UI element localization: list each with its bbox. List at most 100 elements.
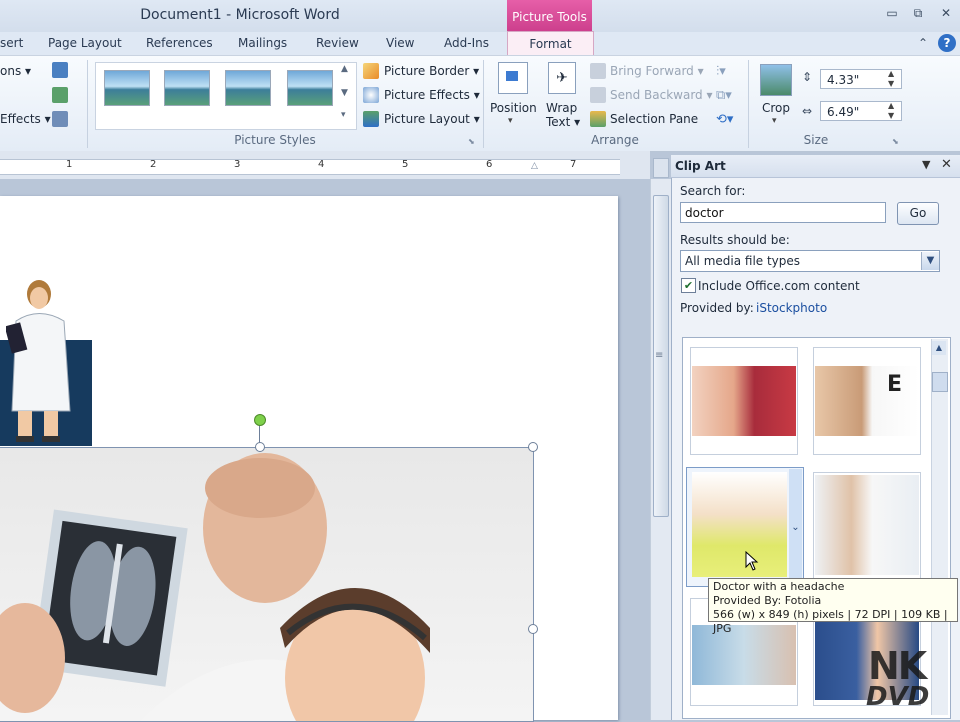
crop-icon <box>760 64 792 96</box>
align-icon[interactable]: ⫶▾ <box>716 64 726 79</box>
include-office-label: Include Office.com content <box>698 279 860 293</box>
doctor-clipart[interactable] <box>4 276 76 446</box>
results-scroll-thumb[interactable] <box>932 372 948 392</box>
tab-review[interactable]: Review <box>316 36 359 50</box>
picture-effects-button[interactable]: Picture Effects ▾ <box>384 88 480 102</box>
ruler-number: 1 <box>66 159 73 170</box>
gallery-scroll-down-icon[interactable]: ▼ <box>341 88 348 98</box>
dialog-launcher-icon[interactable]: ⬊ <box>892 137 899 146</box>
position-icon <box>498 62 528 94</box>
picture-styles-group-label: Picture Styles <box>234 133 316 147</box>
dialog-launcher-icon[interactable]: ⬊ <box>468 137 475 146</box>
grip-icon: ≡ <box>655 350 664 361</box>
tooltip-details: 566 (w) x 849 (h) pixels | 72 DPI | 109 … <box>713 608 948 635</box>
color-options-button[interactable]: ons ▾ <box>0 64 31 78</box>
tab-page-layout[interactable]: Page Layout <box>48 36 122 50</box>
tab-references[interactable]: References <box>146 36 213 50</box>
ruler-number: 2 <box>150 159 157 170</box>
tooltip-provider: Provided By: Fotolia <box>713 594 822 607</box>
wrap-text-button[interactable]: Wrap <box>546 101 577 115</box>
group-separator <box>483 60 484 148</box>
group-icon[interactable]: ⧉▾ <box>716 88 732 103</box>
picture-style-thumb[interactable] <box>287 70 333 106</box>
clip-tooltip: Doctor with a headache Provided By: Foto… <box>708 578 958 635</box>
clip-result-thumbnail <box>692 472 787 577</box>
tab-add-ins[interactable]: Add-Ins <box>444 36 489 50</box>
clip-result-thumbnail <box>815 475 919 575</box>
send-backward-button[interactable]: Send Backward ▾ <box>610 88 713 102</box>
provider-link[interactable]: iStockphoto <box>756 301 827 315</box>
resize-handle-right[interactable] <box>528 624 538 634</box>
close-button[interactable]: ✕ <box>937 6 955 22</box>
clip-result-thumbnail <box>692 366 796 436</box>
media-type-select[interactable]: All media file types <box>680 250 940 272</box>
results-scrollbar[interactable] <box>931 339 948 715</box>
crop-button[interactable]: Crop <box>762 101 790 115</box>
tooltip-title: Doctor with a headache <box>713 580 845 593</box>
resize-handle-top[interactable] <box>255 442 265 452</box>
go-button[interactable]: Go <box>897 202 939 225</box>
position-button[interactable]: Position <box>490 101 537 115</box>
window-title: Document1 - Microsoft Word <box>140 7 340 23</box>
rotation-handle[interactable] <box>254 414 266 426</box>
picture-effects-icon <box>363 87 379 103</box>
help-icon[interactable]: ? <box>938 34 956 52</box>
item-dropdown-chevron-icon[interactable]: ⌄ <box>789 469 802 584</box>
clip-art-title: Clip Art <box>675 159 726 173</box>
size-group-label: Size <box>803 133 829 147</box>
ruler-number: 3 <box>234 159 241 170</box>
spinner-arrows-icon[interactable]: ▲ ▼ <box>888 101 894 121</box>
change-picture-icon[interactable] <box>52 87 68 103</box>
artistic-effects-button[interactable]: Effects ▾ <box>0 112 51 126</box>
picture-layout-icon <box>363 111 379 127</box>
picture-border-icon <box>363 63 379 79</box>
wrap-text-button-line2[interactable]: Text ▾ <box>546 115 580 129</box>
shape-height-icon: ⇕ <box>802 70 813 84</box>
eye-chart-letter: E <box>887 372 903 397</box>
ruler-number: 4 <box>318 159 325 170</box>
resize-handle-top-right[interactable] <box>528 442 538 452</box>
tab-format[interactable]: Format <box>507 31 594 57</box>
reset-picture-icon[interactable] <box>52 111 68 127</box>
gallery-scroll-up-icon[interactable]: ▲ <box>341 64 348 74</box>
chevron-down-icon[interactable]: ▼ <box>921 252 939 270</box>
search-input[interactable] <box>680 202 886 223</box>
bring-forward-button[interactable]: Bring Forward ▾ <box>610 64 704 78</box>
selection-pane-icon <box>590 111 606 127</box>
minimize-button[interactable]: ▭ <box>883 6 901 22</box>
include-office-checkbox[interactable]: ✔ <box>681 278 696 293</box>
watermark-logo-text: DVD <box>866 682 930 712</box>
picture-style-thumb[interactable] <box>225 70 271 106</box>
rotate-icon[interactable]: ⟲▾ <box>716 112 733 127</box>
ruler-number: 6 <box>486 159 493 170</box>
tab-insert[interactable]: sert <box>0 36 23 50</box>
pane-options-icon[interactable]: ▼ <box>922 158 930 171</box>
picture-border-button[interactable]: Picture Border ▾ <box>384 64 479 78</box>
picture-style-thumb[interactable] <box>164 70 210 106</box>
wrap-text-icon: ✈ <box>548 62 576 94</box>
selected-picture[interactable] <box>0 447 534 722</box>
spinner-arrows-icon[interactable]: ▲ ▼ <box>888 69 894 89</box>
picture-style-thumb[interactable] <box>104 70 150 106</box>
tab-mailings[interactable]: Mailings <box>238 36 287 50</box>
search-label: Search for: <box>680 184 746 198</box>
picture-tools-label: Picture Tools <box>507 0 592 32</box>
ruler-toggle-icon[interactable] <box>653 158 669 178</box>
right-indent-marker-icon[interactable]: △ <box>531 161 538 171</box>
arrange-group-label: Arrange <box>591 133 639 147</box>
selection-pane-button[interactable]: Selection Pane <box>610 112 698 126</box>
gallery-more-icon[interactable]: ▾ <box>341 110 346 120</box>
picture-layout-button[interactable]: Picture Layout ▾ <box>384 112 480 126</box>
results-label: Results should be: <box>680 233 790 247</box>
restore-button[interactable]: ⧉ <box>909 6 927 22</box>
ruler-strip <box>0 159 620 175</box>
mouse-cursor-icon <box>745 550 759 574</box>
scroll-up-icon[interactable]: ▲ <box>932 341 946 355</box>
tab-view[interactable]: View <box>386 36 414 50</box>
compress-pictures-icon[interactable] <box>52 62 68 78</box>
chevron-down-icon: ▾ <box>508 116 513 126</box>
send-backward-icon <box>590 87 606 103</box>
pane-close-icon[interactable]: ✕ <box>941 157 952 172</box>
provided-by-label: Provided by: <box>680 301 754 315</box>
ribbon-minimize-icon[interactable]: ⌃ <box>918 36 928 50</box>
